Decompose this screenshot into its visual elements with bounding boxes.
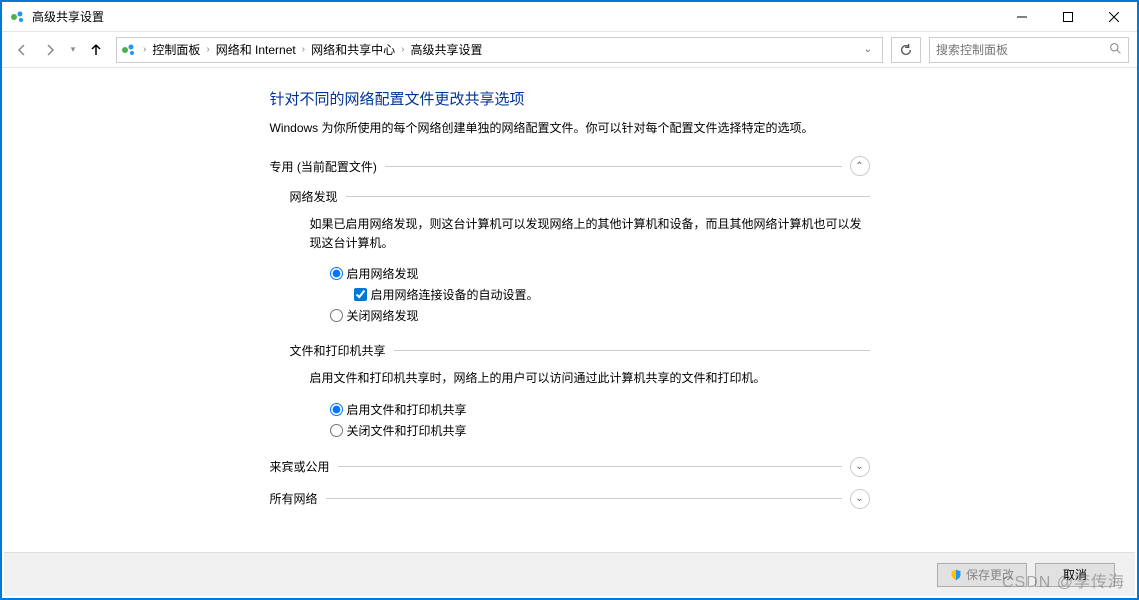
breadcrumb-item[interactable]: 网络和 Internet	[212, 39, 300, 60]
shield-icon	[950, 569, 962, 581]
profile-label: 所有网络	[270, 490, 318, 507]
forward-button	[38, 38, 62, 62]
cancel-button[interactable]: 取消	[1035, 563, 1115, 587]
recent-dropdown[interactable]: ▾	[66, 38, 80, 62]
radio-discovery-on[interactable]: 启用网络发现	[330, 265, 870, 282]
section-header-discovery: 网络发现	[290, 188, 870, 205]
chevron-right-icon[interactable]: ›	[399, 44, 406, 55]
section-header-fileshare: 文件和打印机共享	[290, 342, 870, 359]
chevron-up-icon[interactable]: ⌃	[850, 156, 870, 176]
breadcrumb-item[interactable]: 控制面板	[148, 39, 204, 60]
page-heading: 针对不同的网络配置文件更改共享选项	[270, 88, 870, 109]
chevron-down-icon[interactable]: ⌄	[850, 489, 870, 509]
profile-label: 来宾或公用	[270, 458, 330, 475]
location-icon	[121, 42, 137, 58]
profile-header-private[interactable]: 专用 (当前配置文件) ⌃	[270, 156, 870, 176]
refresh-button[interactable]	[891, 37, 921, 63]
maximize-button[interactable]	[1045, 2, 1091, 32]
profile-header-all[interactable]: 所有网络 ⌄	[270, 489, 870, 509]
radio-fileshare-on[interactable]: 启用文件和打印机共享	[330, 401, 870, 418]
close-button[interactable]	[1091, 2, 1137, 32]
breadcrumb-item[interactable]: 网络和共享中心	[307, 39, 399, 60]
chevron-down-icon[interactable]: ⌄	[850, 457, 870, 477]
chevron-right-icon[interactable]: ›	[141, 44, 148, 55]
discovery-desc: 如果已启用网络发现，则这台计算机可以发现网络上的其他计算机和设备，而且其他网络计…	[310, 215, 870, 253]
minimize-button[interactable]	[999, 2, 1045, 32]
search-icon[interactable]	[1109, 42, 1122, 58]
profile-label: 专用 (当前配置文件)	[270, 158, 377, 175]
page-subtext: Windows 为你所使用的每个网络创建单独的网络配置文件。你可以针对每个配置文…	[270, 119, 870, 136]
chevron-right-icon[interactable]: ›	[300, 44, 307, 55]
profile-header-guest[interactable]: 来宾或公用 ⌄	[270, 457, 870, 477]
save-button[interactable]: 保存更改	[937, 563, 1027, 587]
search-input[interactable]	[936, 43, 1109, 57]
checkbox-auto-setup[interactable]: 启用网络连接设备的自动设置。	[354, 286, 870, 303]
address-bar[interactable]: › 控制面板 › 网络和 Internet › 网络和共享中心 › 高级共享设置…	[116, 37, 883, 63]
radio-fileshare-off[interactable]: 关闭文件和打印机共享	[330, 422, 870, 439]
up-button[interactable]	[84, 38, 108, 62]
app-icon	[10, 9, 26, 25]
window-title: 高级共享设置	[32, 8, 999, 25]
breadcrumb-item[interactable]: 高级共享设置	[406, 39, 486, 60]
search-box[interactable]	[929, 37, 1129, 63]
chevron-down-icon[interactable]: ⌄	[858, 44, 878, 55]
chevron-right-icon[interactable]: ›	[204, 44, 211, 55]
radio-discovery-off[interactable]: 关闭网络发现	[330, 307, 870, 324]
fileshare-desc: 启用文件和打印机共享时，网络上的用户可以访问通过此计算机共享的文件和打印机。	[310, 369, 870, 388]
back-button[interactable]	[10, 38, 34, 62]
